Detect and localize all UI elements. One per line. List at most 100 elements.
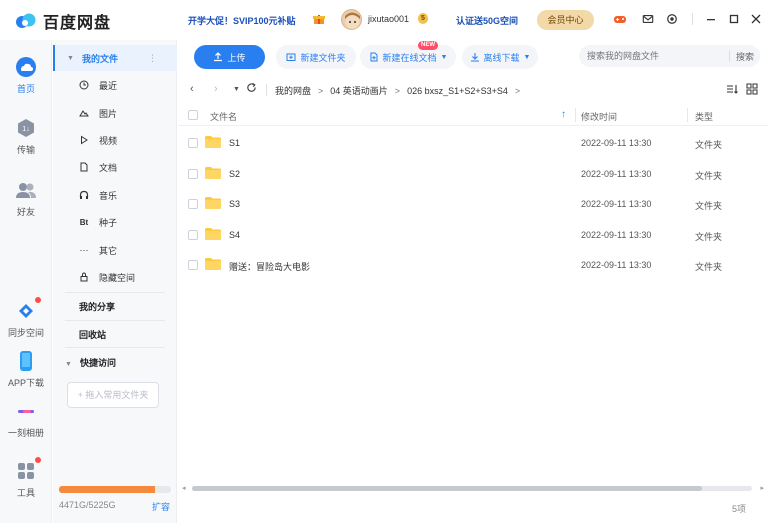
table-row[interactable]: S3 2022-09-11 13:30 文件夹: [178, 189, 768, 219]
table-row[interactable]: S1 2022-09-11 13:30 文件夹: [178, 128, 768, 158]
transfer-icon: 1↓: [15, 117, 37, 139]
download-icon: [470, 53, 479, 62]
nav-item-docs[interactable]: 文档: [79, 158, 117, 176]
search-box: 搜索: [579, 45, 760, 67]
dropdown-caret-icon: ▼: [523, 53, 531, 61]
upload-button[interactable]: 上传: [194, 45, 265, 69]
close-button[interactable]: [749, 12, 763, 26]
table-row[interactable]: S4 2022-09-11 13:30 文件夹: [178, 220, 768, 250]
recycle-bin-link[interactable]: 回收站: [79, 328, 106, 341]
gift-icon[interactable]: [313, 13, 325, 25]
nav-item-label: 隐藏空间: [99, 272, 136, 283]
game-icon[interactable]: [613, 12, 627, 26]
collapse-caret-icon[interactable]: ▼: [67, 55, 74, 62]
new-folder-button[interactable]: 新建文件夹: [276, 45, 356, 69]
nav-item-recent[interactable]: 最近: [79, 76, 117, 94]
back-arrow-icon[interactable]: ‹: [190, 83, 194, 95]
settings-icon[interactable]: [665, 12, 679, 26]
scroll-left-icon[interactable]: ◂: [182, 484, 186, 492]
rail-friends[interactable]: 好友: [0, 179, 52, 218]
row-checkbox[interactable]: [188, 138, 198, 148]
sync-space-icon: [15, 297, 41, 322]
history-dropdown-icon[interactable]: ▼: [233, 86, 240, 93]
column-name[interactable]: 文件名: [210, 110, 237, 123]
folder-icon: [205, 166, 221, 179]
rail-sync[interactable]: 同步空间: [0, 297, 52, 339]
horizontal-scrollbar[interactable]: ◂ ▸: [182, 484, 764, 492]
refresh-icon[interactable]: [246, 82, 257, 96]
row-checkbox[interactable]: [188, 260, 198, 270]
column-type[interactable]: 类型: [695, 110, 713, 123]
file-name[interactable]: S2: [229, 169, 240, 179]
rail-transfer[interactable]: 1↓ 传输: [0, 117, 52, 156]
username[interactable]: jixutao001: [368, 14, 409, 24]
storage-progress-fill: [59, 486, 155, 493]
avatar[interactable]: [341, 9, 362, 30]
promo-link[interactable]: 开学大促！SVIP100元补贴: [188, 14, 296, 27]
nav-item-other[interactable]: ··· 其它: [79, 241, 118, 259]
svg-text:1↓: 1↓: [22, 126, 29, 133]
new-online-doc-button[interactable]: 新建在线文档 ▼ NEW: [360, 41, 456, 69]
nav-item-hidden-space[interactable]: 隐藏空间: [79, 268, 135, 286]
grid-view-icon[interactable]: [746, 83, 758, 95]
offline-download-button[interactable]: 离线下载 ▼: [462, 45, 538, 69]
sort-ascending-icon[interactable]: ↑: [561, 109, 566, 120]
rail-home[interactable]: 首页: [0, 56, 52, 95]
maximize-button[interactable]: [727, 12, 741, 26]
row-checkbox[interactable]: [188, 168, 198, 179]
vip-level-badge[interactable]: 5: [418, 13, 428, 24]
main-content: 上传 新建文件夹 新建在线文档 ▼ NEW 离线下载 ▼ 搜索 ‹ › ▼: [178, 40, 768, 523]
rail-label: APP下载: [7, 378, 44, 388]
breadcrumb-item[interactable]: 我的网盘: [275, 84, 311, 97]
file-name[interactable]: S1: [229, 138, 240, 148]
scroll-right-icon[interactable]: ▸: [760, 484, 764, 492]
my-files-header[interactable]: ▼ 我的文件 ⋮: [53, 45, 177, 71]
nav-item-label: 种子: [99, 217, 118, 228]
rail-album[interactable]: 一刻相册: [0, 400, 52, 439]
headphones-icon: [79, 190, 89, 200]
nav-item-video[interactable]: 视频: [79, 131, 117, 149]
select-all-checkbox[interactable]: [188, 110, 198, 120]
nav-item-images[interactable]: 图片: [79, 104, 117, 122]
file-name[interactable]: 赠送：冒险岛大电影: [229, 260, 310, 273]
item-count: 5项: [731, 504, 746, 514]
more-dots-icon[interactable]: ⋮: [148, 53, 157, 64]
forward-arrow-icon[interactable]: ›: [214, 83, 218, 95]
breadcrumb-separator-icon: >: [394, 85, 401, 96]
member-center-button[interactable]: 会员中心: [537, 10, 594, 30]
sort-list-icon[interactable]: [726, 83, 738, 95]
rail-tools[interactable]: 工具: [0, 457, 52, 499]
cloud-logo-icon: [16, 13, 36, 28]
file-name[interactable]: S4: [229, 230, 240, 240]
file-name[interactable]: S3: [229, 199, 240, 209]
drag-folder-dropzone[interactable]: + 拖入常用文件夹: [67, 382, 159, 408]
breadcrumb-item[interactable]: 04 英语动画片: [330, 84, 388, 97]
my-share-link[interactable]: 我的分享: [79, 300, 115, 313]
search-input[interactable]: [579, 51, 724, 61]
table-row[interactable]: S2 2022-09-11 13:30 文件夹: [178, 159, 768, 189]
column-divider[interactable]: [575, 108, 576, 122]
search-button[interactable]: 搜索: [736, 50, 754, 63]
column-time[interactable]: 修改时间: [581, 110, 617, 123]
mail-icon[interactable]: [641, 12, 655, 26]
column-divider[interactable]: [687, 108, 688, 122]
divider: [729, 50, 730, 62]
expand-storage-link[interactable]: 扩容: [152, 500, 170, 513]
scroll-thumb[interactable]: [192, 486, 702, 491]
verify-link[interactable]: 认证送50G空间: [456, 14, 518, 27]
album-icon: [15, 400, 37, 422]
divider: [266, 84, 267, 96]
row-checkbox[interactable]: [188, 199, 198, 209]
friends-icon: [15, 179, 37, 201]
lock-icon: [79, 272, 89, 282]
table-row[interactable]: 赠送：冒险岛大电影 2022-09-11 13:30 文件夹: [178, 250, 768, 280]
nav-item-music[interactable]: 音乐: [79, 186, 117, 204]
minimize-button[interactable]: [704, 12, 718, 26]
collapse-caret-icon: ▼: [65, 361, 72, 368]
path-bar: ‹ › ▼ 我的网盘 > 04 英语动画片 > 026 bxsz_S1+S2+S…: [178, 76, 768, 102]
row-checkbox[interactable]: [188, 229, 198, 240]
quick-access-header[interactable]: ▼ 快捷访问: [65, 356, 116, 369]
nav-item-torrent[interactable]: Bt 种子: [79, 213, 117, 231]
rail-app-download[interactable]: APP下载: [0, 350, 52, 389]
breadcrumb-item[interactable]: 026 bxsz_S1+S2+S3+S4: [407, 86, 508, 96]
